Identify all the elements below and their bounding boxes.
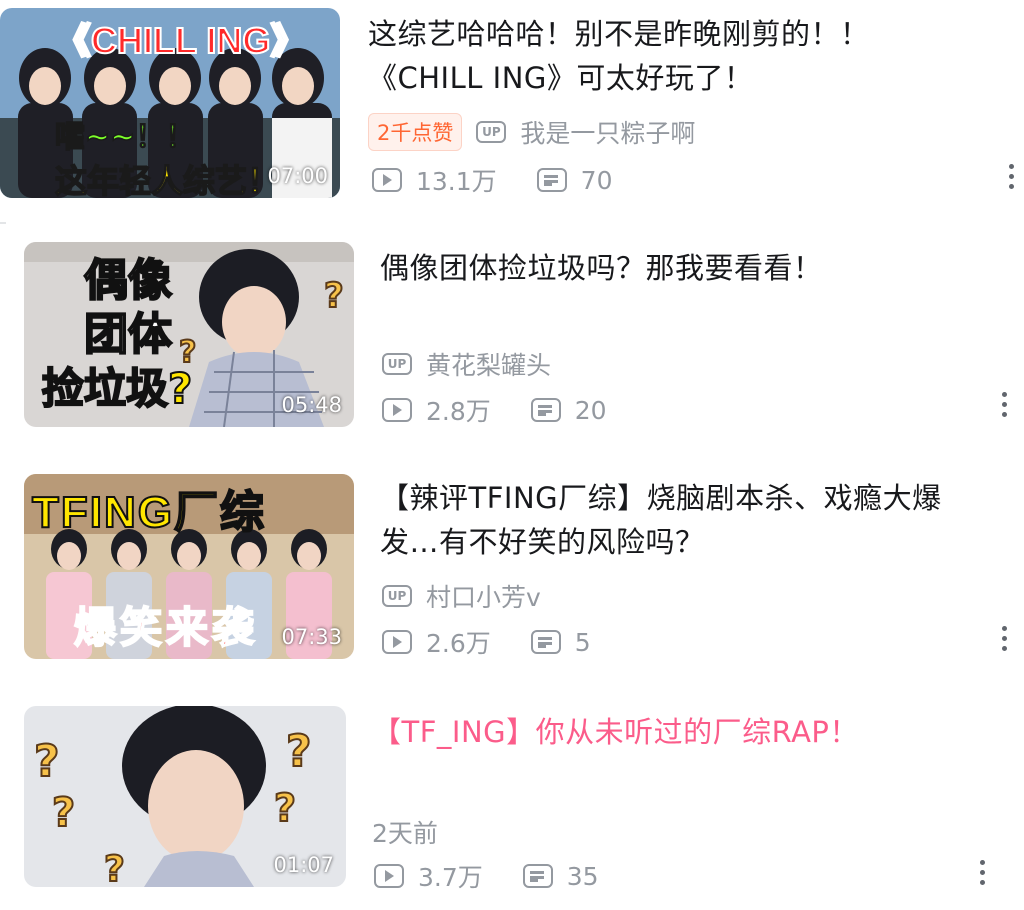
video-thumbnail[interactable]: ? ? ? ? ? 01:07	[24, 706, 346, 887]
video-duration: 01:07	[273, 853, 334, 877]
svg-text:?: ?	[52, 790, 75, 836]
thumbnail-caption-bottom: 爆笑来袭	[73, 602, 259, 653]
divider	[0, 222, 6, 224]
more-vertical-icon[interactable]	[1002, 626, 1008, 651]
view-count: 13.1万	[416, 167, 497, 196]
view-count: 3.7万	[418, 863, 483, 892]
video-card[interactable]: TFING厂综 爆笑来袭 07:33 【辣评TFING厂综】烧脑剧本杀、戏瘾大爆…	[0, 460, 1024, 670]
thumbnail-caption-top: TFING厂综	[31, 487, 266, 538]
video-card[interactable]: 《CHILL ING》 嚯~~！！ 这年轻人综艺！ 07:00 这综艺哈哈哈！别…	[0, 0, 1024, 210]
play-count-icon	[372, 168, 402, 192]
svg-text:?: ?	[324, 276, 344, 316]
video-title[interactable]: 【辣评TFING厂综】烧脑剧本杀、戏瘾大爆 发…有不好笑的风险吗？	[380, 476, 1000, 564]
video-duration: 05:48	[281, 393, 342, 417]
video-thumbnail[interactable]: ? ? 偶像 团体 捡垃圾? 05:48	[24, 242, 354, 427]
video-thumbnail[interactable]: TFING厂综 爆笑来袭 07:33	[24, 474, 354, 659]
more-vertical-icon[interactable]	[1002, 392, 1008, 417]
danmaku-count: 20	[574, 395, 607, 425]
publish-time: 2天前	[372, 819, 438, 848]
video-card[interactable]: ? ? 偶像 团体 捡垃圾? 05:48 偶像团体捡垃圾吗？那我要看看！ UP …	[0, 228, 1024, 438]
video-duration: 07:33	[281, 625, 342, 649]
video-title[interactable]: 这综艺哈哈哈！别不是昨晚刚剪的！！ 《CHILL ING》可太好玩了！	[368, 12, 988, 100]
view-count: 2.8万	[426, 397, 491, 426]
svg-text:?: ?	[274, 786, 296, 830]
video-title[interactable]: 偶像团体捡垃圾吗？那我要看看！	[380, 246, 1000, 290]
play-count-icon	[382, 398, 412, 422]
up-icon: UP	[476, 121, 507, 143]
up-icon: UP	[382, 353, 412, 375]
stats-row: 2.6万 5	[382, 624, 591, 660]
uploader-row: 2千点赞 UP 我是一只粽子啊	[368, 113, 695, 151]
stats-row: 13.1万 70	[372, 162, 612, 198]
danmaku-icon	[522, 864, 553, 888]
danmaku-count: 35	[566, 861, 599, 891]
svg-text:?: ?	[34, 736, 60, 787]
video-duration: 07:00	[267, 164, 328, 188]
uploader-name[interactable]: 村口小芳v	[426, 578, 541, 614]
video-title[interactable]: 【TF_ING】你从未听过的厂综RAP！	[372, 710, 992, 754]
thumbnail-caption-bottom: 这年轻人综艺！	[54, 161, 280, 198]
play-count-icon	[382, 630, 412, 654]
uploader-name[interactable]: 我是一只粽子啊	[520, 114, 695, 150]
danmaku-icon	[536, 168, 567, 192]
danmaku-icon	[530, 398, 561, 422]
svg-text:?: ?	[286, 726, 312, 777]
video-thumbnail[interactable]: 《CHILL ING》 嚯~~！！ 这年轻人综艺！ 07:00	[0, 8, 340, 198]
svg-text:?: ?	[104, 849, 125, 887]
uploader-row: UP 村口小芳v	[382, 578, 541, 614]
view-count: 2.6万	[426, 629, 491, 658]
more-vertical-icon[interactable]	[980, 860, 986, 885]
danmaku-icon	[530, 630, 561, 654]
stats-row: 2.8万 20	[382, 392, 607, 428]
stats-row: 3.7万 35	[374, 858, 599, 894]
danmaku-count: 5	[574, 627, 591, 657]
up-icon: UP	[382, 585, 412, 607]
danmaku-count: 70	[580, 165, 613, 195]
video-card[interactable]: ? ? ? ? ? 01:07 【TF_ING】你从未听过的厂综RAP！ 2天前…	[0, 692, 1024, 902]
thumbnail-caption-top: 《CHILL ING》	[54, 19, 307, 62]
uploader-row: UP 黄花梨罐头	[382, 346, 551, 382]
more-vertical-icon[interactable]	[1009, 164, 1015, 189]
likes-badge: 2千点赞	[368, 113, 463, 151]
uploader-name[interactable]: 黄花梨罐头	[426, 346, 551, 382]
thumbnail-caption-mid: 嚯~~！！	[54, 119, 196, 156]
thumbnail-caption: 偶像 团体 捡垃圾?	[41, 254, 193, 414]
play-count-icon	[374, 864, 404, 888]
